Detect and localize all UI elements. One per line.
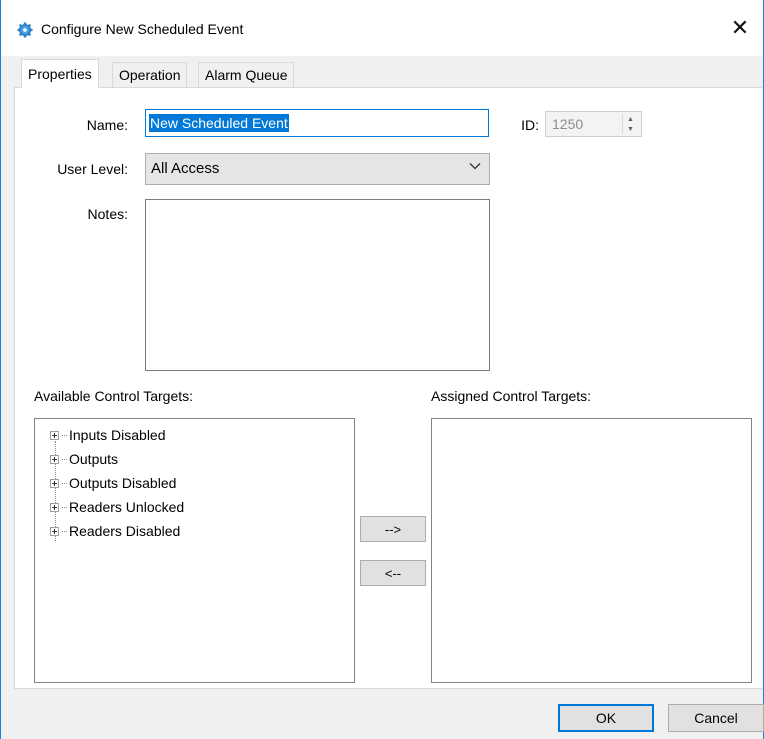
- assigned-targets-list[interactable]: [431, 418, 752, 683]
- tree-item-label: Readers Unlocked: [69, 499, 185, 515]
- notes-textarea[interactable]: [145, 199, 490, 371]
- plus-expander-icon[interactable]: [50, 454, 59, 464]
- plus-expander-icon[interactable]: [50, 526, 59, 536]
- chevron-down-icon: [469, 163, 481, 170]
- tree-item[interactable]: Readers Disabled: [50, 521, 180, 541]
- notes-label: Notes:: [87, 206, 128, 222]
- assigned-targets-label: Assigned Control Targets:: [431, 388, 592, 404]
- user-level-value: All Access: [151, 160, 220, 177]
- user-level-label: User Level:: [57, 161, 128, 177]
- plus-expander-icon[interactable]: [50, 502, 59, 512]
- spin-down-icon[interactable]: ▼: [627, 126, 634, 133]
- tree-item[interactable]: Outputs: [50, 449, 118, 469]
- user-level-select[interactable]: All Access: [145, 153, 490, 185]
- available-targets-label: Available Control Targets:: [34, 388, 194, 404]
- tree-item-label: Outputs Disabled: [69, 475, 177, 491]
- available-targets-tree[interactable]: Inputs Disabled Outputs Outputs Disabled…: [34, 418, 355, 683]
- id-label: ID:: [521, 117, 539, 133]
- name-label: Name:: [86, 117, 128, 133]
- spin-up-icon[interactable]: ▲: [627, 116, 634, 123]
- tree-item-label: Outputs: [69, 451, 119, 467]
- tree-item[interactable]: Readers Unlocked: [50, 497, 184, 517]
- name-input-value: New Scheduled Event: [149, 114, 289, 132]
- tree-item[interactable]: Inputs Disabled: [50, 425, 166, 445]
- id-spin-control[interactable]: ▲ ▼: [622, 114, 638, 134]
- unassign-button[interactable]: <--: [360, 560, 426, 586]
- plus-expander-icon[interactable]: [50, 430, 59, 440]
- tree-item-label: Readers Disabled: [69, 523, 181, 539]
- id-value: 1250: [552, 116, 584, 132]
- name-input[interactable]: New Scheduled Event: [145, 109, 489, 137]
- tree-item[interactable]: Outputs Disabled: [50, 473, 176, 493]
- id-stepper[interactable]: 1250 ▲ ▼: [545, 111, 642, 137]
- dialog-window: Configure New Scheduled Event ✕ Properti…: [0, 0, 764, 739]
- assign-button[interactable]: -->: [360, 516, 426, 542]
- tree-item-label: Inputs Disabled: [69, 427, 166, 443]
- plus-expander-icon[interactable]: [50, 478, 59, 488]
